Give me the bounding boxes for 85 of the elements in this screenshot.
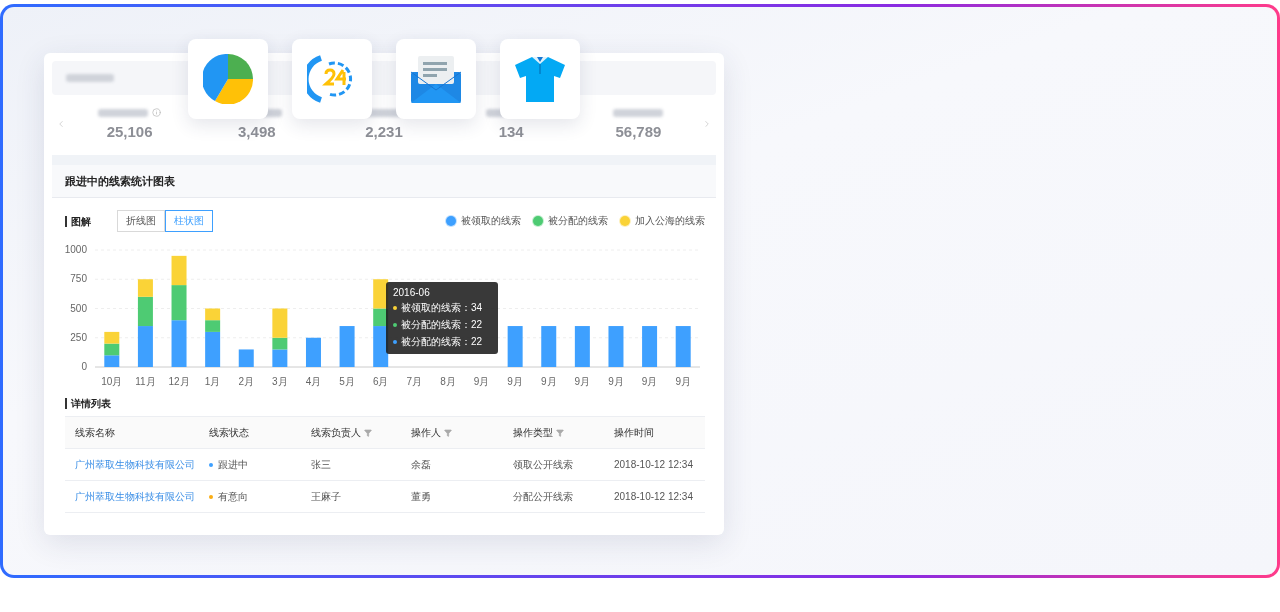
column-header: 操作人 (411, 425, 441, 440)
column-header: 线索状态 (209, 425, 249, 440)
chart-type-tab[interactable]: 折线图 (117, 210, 165, 232)
axis-tick-label: 9月 (675, 376, 691, 387)
axis-tick-label: 5月 (339, 376, 355, 387)
axis-tick-label: 1月 (204, 376, 221, 387)
blurred-label (613, 108, 664, 117)
table-cell-text: 2018-10-12 12:34 (614, 491, 694, 502)
filter-icon[interactable] (444, 428, 452, 437)
legend-label: 加入公海的线索 (635, 214, 705, 228)
column-header: 线索负责人 (311, 425, 361, 440)
bar-segment (238, 349, 254, 367)
table-cell-text: 余磊 (411, 457, 432, 472)
axis-tick-label: 9月 (507, 376, 523, 387)
table-heading: 详情列表 (65, 398, 705, 409)
stat-value: 3,498 (238, 122, 276, 140)
bar-segment (608, 326, 624, 367)
axis-tick-label: 9月 (574, 376, 591, 387)
bar-segment (104, 355, 120, 367)
stat-value: 2,231 (365, 122, 403, 140)
bar-segment (104, 331, 120, 344)
axis-tick-label: 4月 (305, 376, 322, 387)
pie-chart-icon (203, 54, 253, 104)
bar-segment (272, 349, 288, 367)
column-header: 操作类型 (513, 425, 553, 440)
axis-tick-label: 7月 (406, 376, 423, 387)
table-cell-text: 分配公开线索 (513, 489, 574, 504)
bar-segment (574, 326, 590, 367)
bar-segment (171, 320, 187, 367)
axis-tick-label: 9月 (540, 376, 557, 387)
axis-tick-label: 2月 (238, 376, 255, 387)
section-title: 跟进中的线索统计图表 (52, 165, 716, 198)
bar-segment (305, 337, 321, 367)
company-link[interactable]: 广州萃取生物科技有限公司 (75, 457, 209, 472)
shirt-icon (515, 54, 565, 104)
bar-segment (171, 285, 187, 321)
table-cell-text: 2018-10-12 12:34 (614, 459, 694, 470)
bar-segment (137, 326, 153, 367)
axis-tick-label: 500 (70, 302, 87, 314)
company-link[interactable]: 广州萃取生物科技有限公司 (75, 489, 209, 504)
chevron-right-icon[interactable] (702, 119, 712, 129)
axis-tick-label: 1000 (64, 244, 87, 255)
chevron-left-icon[interactable] (56, 119, 66, 129)
axis-tick-label: 9月 (473, 376, 490, 387)
blurred-title (66, 74, 114, 82)
mail-icon (411, 54, 461, 104)
column-header: 操作时间 (614, 425, 654, 440)
axis-tick-label: 8月 (440, 376, 456, 387)
stat-value: 134 (498, 122, 524, 140)
bar-segment (507, 326, 523, 367)
axis-tick-label: 11月 (135, 376, 156, 387)
tooltip-text: 被分配的线索：22 (401, 318, 483, 332)
axis-tick-label: 0 (81, 361, 87, 372)
bar-segment (339, 326, 355, 367)
table-cell-text: 张三 (311, 457, 332, 472)
stat-value: 25,106 (106, 123, 153, 140)
axis-tick-label: 6月 (372, 376, 389, 387)
legend-heading: 图解 (65, 215, 91, 227)
legend-label: 被分配的线索 (548, 214, 608, 228)
axis-tick-label: 12月 (168, 376, 190, 387)
chart-type-tab[interactable]: 柱状图 (165, 210, 213, 232)
filter-icon[interactable] (364, 428, 372, 437)
table-cell-text: 王麻子 (311, 489, 342, 504)
bar-segment (642, 326, 658, 367)
status-text: 有意向 (218, 489, 248, 504)
axis-tick-label: 9月 (641, 376, 658, 387)
axis-tick-label: 250 (70, 331, 87, 343)
table-cell-text: 董勇 (411, 489, 432, 504)
filter-icon[interactable] (556, 428, 564, 437)
axis-tick-label: 10月 (101, 376, 123, 387)
bar-segment (541, 326, 557, 367)
tooltip-text: 被领取的线索：34 (401, 301, 483, 315)
table-cell-text: 领取公开线索 (513, 457, 574, 472)
status-text: 跟进中 (218, 457, 248, 472)
stat-value: 56,789 (615, 122, 662, 140)
axis-tick-label: 3月 (272, 376, 288, 387)
legend-label: 被领取的线索 (461, 214, 521, 228)
column-header: 线索名称 (75, 425, 115, 440)
tooltip-text: 被分配的线索：22 (401, 335, 483, 349)
axis-tick-label: 9月 (608, 376, 624, 387)
bar-segment (675, 326, 691, 367)
axis-tick-label: 750 (70, 273, 87, 285)
bar-segment (171, 255, 187, 286)
tooltip-title: 2016-06 (393, 287, 431, 298)
blurred-label (98, 108, 149, 117)
